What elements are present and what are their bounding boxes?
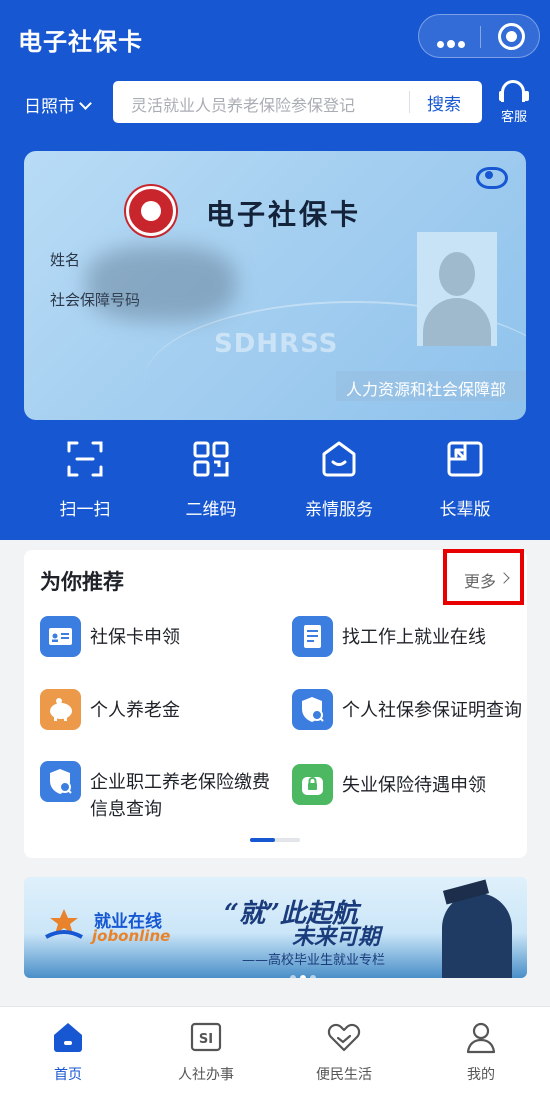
quick-action-label: 扫一扫 (59, 500, 111, 520)
shield-search-icon (292, 689, 333, 730)
search-bar[interactable]: 灵活就业人员养老保险参保登记 搜索 (113, 81, 482, 123)
tab-label: 我的 (467, 1067, 495, 1083)
quick-action-elder[interactable]: 长辈版 (405, 440, 525, 520)
quick-action-label: 亲情服务 (305, 500, 373, 520)
family-service-icon (320, 440, 358, 478)
masked-info (86, 246, 236, 321)
more-icon[interactable] (437, 25, 477, 48)
id-card-icon (40, 616, 81, 657)
card-title: 电子社保卡 (206, 198, 362, 231)
section-title: 为你推荐 (40, 570, 124, 594)
service-label: 企业职工养老保险缴费信息查询 (90, 772, 270, 820)
svg-text:SI: SI (199, 1032, 213, 1047)
service-label: 社保卡申领 (90, 627, 180, 648)
avatar (417, 232, 497, 346)
jobonline-logo-icon (42, 907, 86, 943)
tab-label: 首页 (54, 1067, 82, 1083)
miniprogram-capsule (418, 14, 540, 58)
quick-action-family[interactable]: 亲情服务 (279, 440, 399, 520)
service-label: 失业保险待遇申领 (342, 775, 486, 796)
scan-icon (66, 440, 104, 478)
page-indicator (250, 838, 300, 842)
close-miniprogram-icon[interactable] (498, 23, 525, 50)
service-item[interactable]: 个人社保参保证明查询 (292, 689, 532, 745)
quick-action-label: 长辈版 (439, 500, 491, 520)
page-title: 电子社保卡 (18, 28, 143, 56)
more-link[interactable]: 更多 (464, 568, 496, 592)
quick-action-qrcode[interactable]: 二维码 (151, 440, 271, 520)
si-icon: SI (188, 1019, 224, 1055)
service-label: 个人养老金 (90, 700, 180, 721)
banner-headline-2: 未来可期 (292, 924, 381, 950)
home-icon (50, 1019, 86, 1055)
service-item[interactable]: 企业职工养老保险缴费信息查询 (40, 761, 280, 820)
tab-mine[interactable]: 我的 (431, 1019, 531, 1084)
service-item[interactable]: 个人养老金 (40, 689, 280, 745)
card-name-label: 姓名 (50, 251, 81, 269)
tab-life[interactable]: 便民生活 (294, 1019, 394, 1084)
tab-label: 人社办事 (178, 1067, 234, 1083)
service-item[interactable]: 找工作上就业在线 (292, 616, 532, 672)
service-item[interactable]: 失业保险待遇申领 (292, 764, 532, 820)
graduate-figure (442, 893, 512, 978)
document-icon (292, 616, 333, 657)
lock-bag-icon (292, 764, 333, 805)
heart-hands-icon (326, 1019, 362, 1055)
piggy-bank-icon (40, 689, 81, 730)
quick-action-scan[interactable]: 扫一扫 (25, 440, 145, 520)
city-selector[interactable]: 日照市 (24, 92, 92, 117)
bottom-tab-bar: 首页 SI 人社办事 便民生活 我的 (0, 1006, 550, 1098)
user-icon (463, 1019, 499, 1055)
job-banner[interactable]: 就业在线 jobonline “就”此起航 未来可期 ——高校毕业生就业专栏 (24, 877, 527, 978)
city-label: 日照市 (24, 97, 75, 117)
search-button[interactable]: 搜索 (427, 90, 461, 115)
customer-service-button[interactable]: 客服 (496, 78, 532, 126)
social-security-emblem-icon (126, 186, 176, 236)
chevron-down-icon (79, 97, 92, 110)
banner-dots (290, 966, 320, 978)
tab-hr-affairs[interactable]: SI 人社办事 (156, 1019, 256, 1084)
shield-search-icon (40, 761, 81, 802)
customer-service-label: 客服 (500, 110, 527, 125)
search-input[interactable]: 灵活就业人员养老保险参保登记 (131, 92, 355, 116)
service-label: 找工作上就业在线 (342, 627, 486, 648)
quick-action-label: 二维码 (185, 500, 237, 520)
banner-logo-en: jobonline (92, 927, 171, 945)
social-security-card[interactable]: 电子社保卡 姓名 社会保障号码 SDHRSS 人力资源和社会保障部 (24, 151, 526, 420)
eye-icon[interactable] (476, 165, 508, 189)
tab-home[interactable]: 首页 (18, 1019, 118, 1084)
service-label: 个人社保参保证明查询 (342, 700, 522, 721)
card-watermark: SDHRSS (214, 329, 339, 359)
elder-mode-icon (446, 440, 484, 478)
card-issuer: 人力资源和社会保障部 (336, 371, 526, 401)
qrcode-icon (192, 440, 230, 478)
headset-icon (501, 80, 525, 102)
service-item[interactable]: 社保卡申领 (40, 616, 280, 672)
tab-label: 便民生活 (316, 1067, 372, 1083)
